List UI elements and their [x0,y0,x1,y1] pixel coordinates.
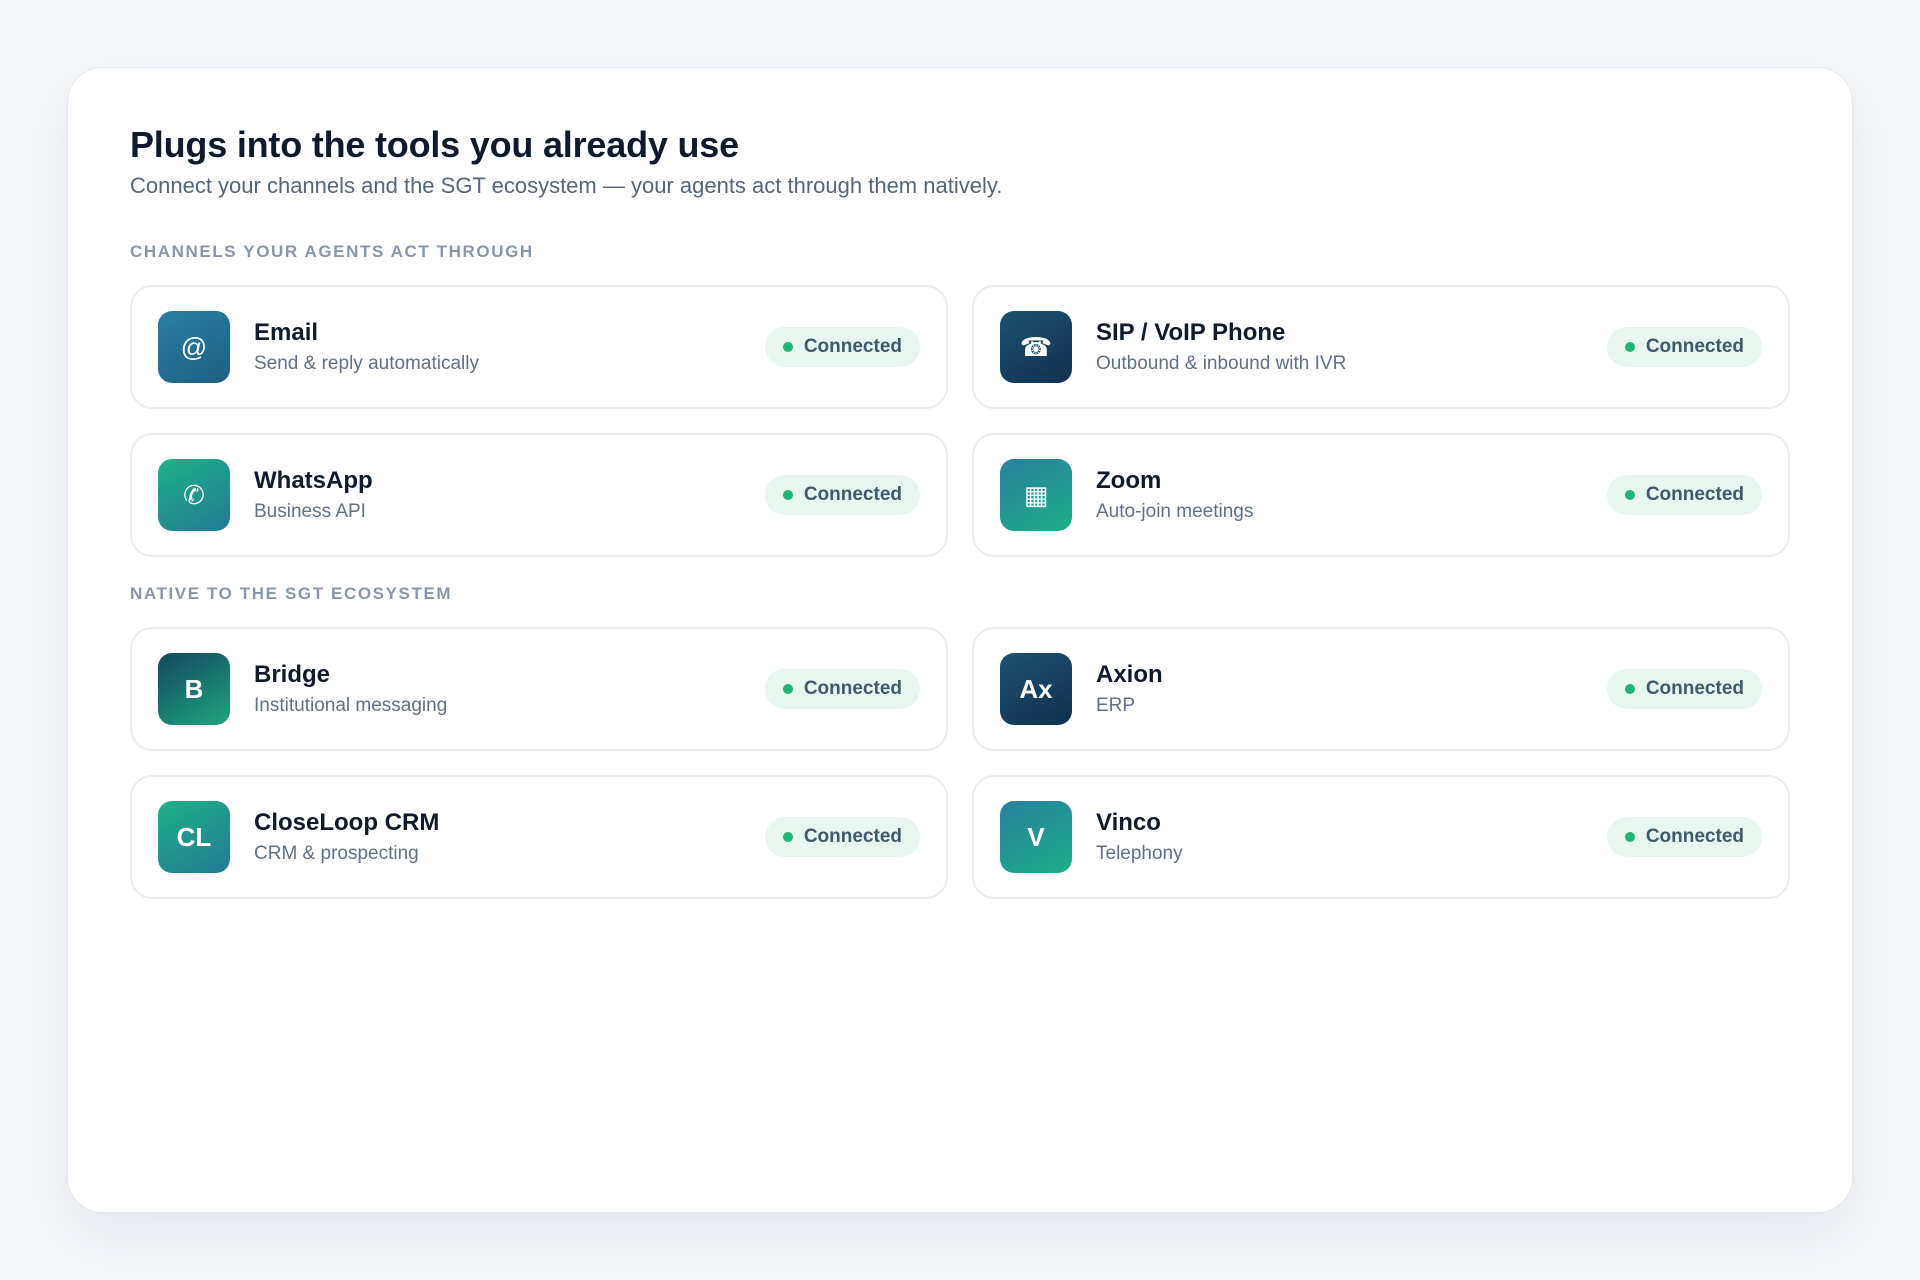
status-dot-icon [782,490,793,500]
integration-name: WhatsApp [254,466,373,494]
status-badge: Connected [1606,669,1762,709]
integration-description: Send & reply automatically [254,352,479,374]
integration-card-email[interactable]: @ Email Send & reply automatically Conne… [130,285,948,409]
status-label: Connected [1645,336,1744,357]
vinco-logo-icon: V [1000,801,1072,873]
integration-info: Axion ERP [1096,660,1607,719]
phone-icon: ☎ [1000,311,1072,383]
page-title: Plugs into the tools you already use [130,124,739,165]
status-label: Connected [803,826,902,847]
integration-info: Vinco Telephony [1096,808,1607,867]
status-dot-icon [782,832,793,842]
integration-info: SIP / VoIP Phone Outbound & inbound with… [1096,318,1607,377]
integration-card-sip-voip-phone[interactable]: ☎ SIP / VoIP Phone Outbound & inbound wi… [972,285,1790,409]
integration-card-bridge[interactable]: B Bridge Institutional messaging Connect… [130,627,948,751]
calendar-icon: ▦ [1000,459,1072,531]
integration-description: ERP [1096,694,1136,716]
integration-name: CloseLoop CRM [254,808,440,836]
integration-card-vinco[interactable]: V Vinco Telephony Connected [972,775,1790,899]
integration-card-whatsapp[interactable]: ✆ WhatsApp Business API Connected [130,433,948,557]
integration-info: Email Send & reply automatically [254,318,765,377]
status-badge: Connected [764,669,920,709]
integration-info: Zoom Auto-join meetings [1096,466,1607,525]
status-label: Connected [803,336,902,357]
status-dot-icon [782,684,793,694]
email-icon: @ [158,311,230,383]
ecosystem-grid: B Bridge Institutional messaging Connect… [130,627,1790,899]
integration-name: Zoom [1096,466,1162,494]
status-label: Connected [1645,678,1744,699]
status-badge: Connected [1606,475,1762,515]
status-label: Connected [803,678,902,699]
integration-card-closeloop-crm[interactable]: CL CloseLoop CRM CRM & prospecting Conne… [130,775,948,899]
section-label-channels: CHANNELS YOUR AGENTS ACT THROUGH [130,242,534,261]
integration-card-zoom[interactable]: ▦ Zoom Auto-join meetings Connected [972,433,1790,557]
status-badge: Connected [1606,817,1762,857]
integration-name: Vinco [1096,808,1161,836]
integration-info: CloseLoop CRM CRM & prospecting [254,808,765,867]
integration-name: Email [254,318,319,346]
status-dot-icon [1624,490,1635,500]
integration-name: Axion [1096,660,1163,688]
bridge-logo-icon: B [158,653,230,725]
status-dot-icon [1624,832,1635,842]
status-dot-icon [1624,684,1635,694]
closeloop-logo-icon: CL [158,801,230,873]
status-dot-icon [1624,342,1635,352]
integration-name: SIP / VoIP Phone [1096,318,1286,346]
integration-description: Auto-join meetings [1096,500,1254,522]
integration-description: CRM & prospecting [254,842,419,864]
integration-name: Bridge [254,660,331,688]
integration-info: Bridge Institutional messaging [254,660,765,719]
status-badge: Connected [1606,327,1762,367]
integrations-panel: Plugs into the tools you already use Con… [67,67,1853,1213]
status-label: Connected [1645,826,1744,847]
status-label: Connected [1645,484,1744,505]
status-badge: Connected [764,475,920,515]
status-dot-icon [782,342,793,352]
page-subtitle: Connect your channels and the SGT ecosys… [130,173,1003,198]
section-label-ecosystem: NATIVE TO THE SGT ECOSYSTEM [130,584,453,603]
integration-info: WhatsApp Business API [254,466,765,525]
channels-grid: @ Email Send & reply automatically Conne… [130,285,1790,557]
status-badge: Connected [764,327,920,367]
axion-logo-icon: Ax [1000,653,1072,725]
integration-description: Outbound & inbound with IVR [1096,352,1347,374]
status-label: Connected [803,484,902,505]
integration-description: Business API [254,500,366,522]
whatsapp-icon: ✆ [158,459,230,531]
integration-description: Telephony [1096,842,1183,864]
integration-description: Institutional messaging [254,694,448,716]
integration-card-axion[interactable]: Ax Axion ERP Connected [972,627,1790,751]
status-badge: Connected [764,817,920,857]
